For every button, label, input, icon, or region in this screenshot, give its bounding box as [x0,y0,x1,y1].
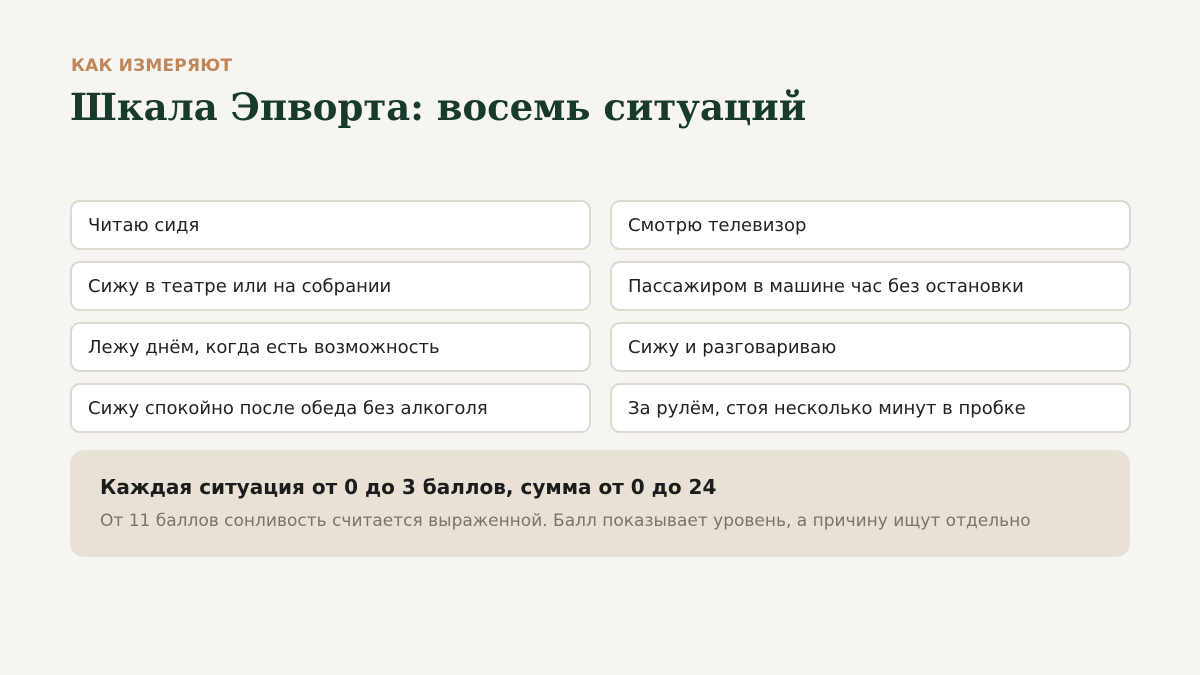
situation-card: Сижу спокойно после обеда без алкоголя [70,383,591,433]
page-title: Шкала Эпворта: восемь ситуаций [70,85,807,129]
slide: КАК ИЗМЕРЯЮТ Шкала Эпворта: восемь ситуа… [0,0,1200,675]
scoring-note-text: От 11 баллов сонливость считается выраже… [100,511,1031,531]
situation-card: Сижу и разговариваю [610,322,1131,372]
situation-card: Лежу днём, когда есть возможность [70,322,591,372]
situation-card: Сижу в театре или на собрании [70,261,591,311]
eyebrow-label: КАК ИЗМЕРЯЮТ [71,56,233,76]
situations-grid: Читаю сидя Смотрю телевизор Сижу в театр… [70,200,1131,433]
scoring-note: Каждая ситуация от 0 до 3 баллов, сумма … [70,450,1130,557]
situation-card: Пассажиром в машине час без остановки [610,261,1131,311]
situation-card: Читаю сидя [70,200,591,250]
situation-card: Смотрю телевизор [610,200,1131,250]
scoring-note-title: Каждая ситуация от 0 до 3 баллов, сумма … [100,475,717,499]
situation-card: За рулём, стоя несколько минут в пробке [610,383,1131,433]
